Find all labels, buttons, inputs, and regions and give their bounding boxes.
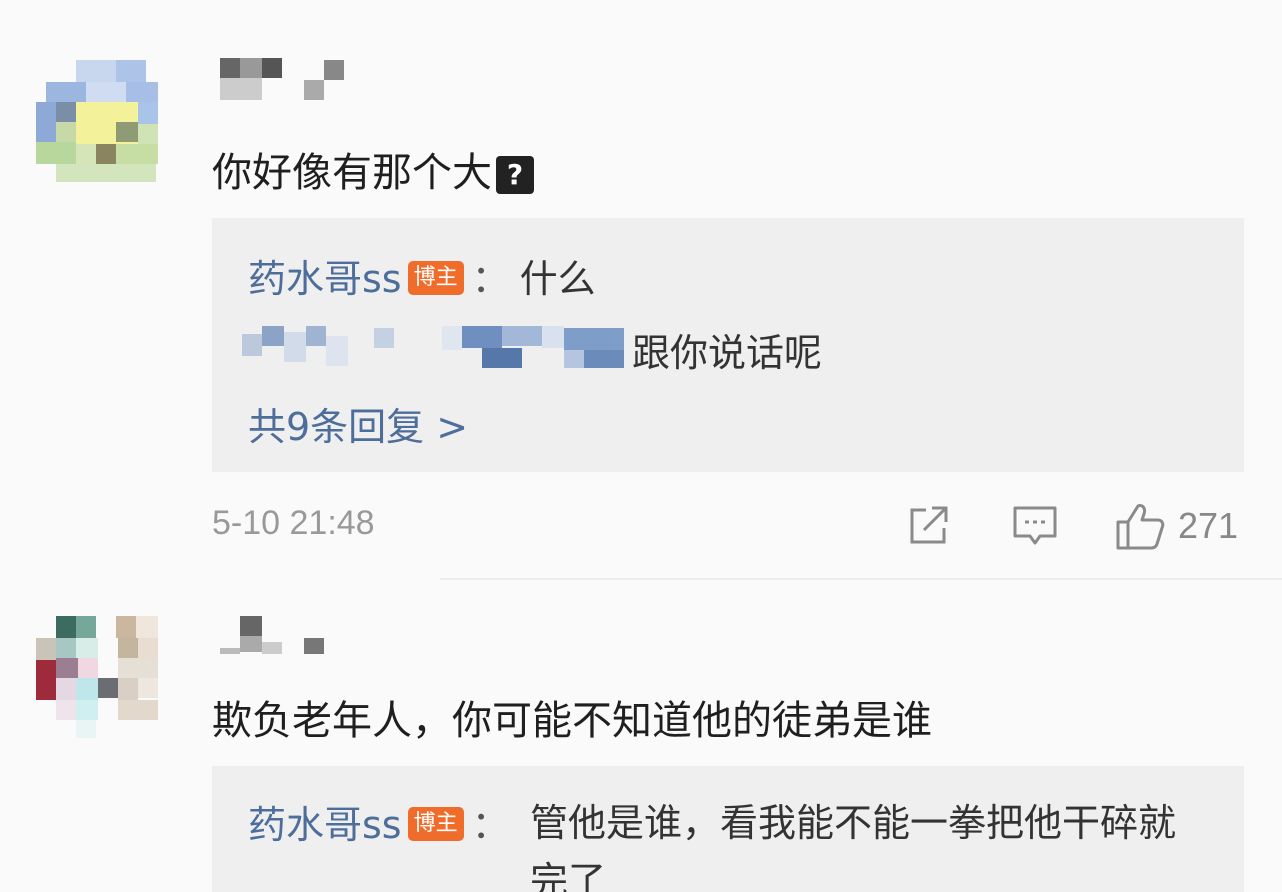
blurred-reply-author — [242, 326, 624, 368]
comment-text: 你好像有那个大? — [212, 140, 534, 198]
reply-colon: ： — [471, 803, 510, 847]
reply-line: 药水哥ss 博主： — [248, 794, 520, 849]
reply-author[interactable]: 药水哥ss — [248, 803, 402, 847]
reply-colon: ： — [471, 257, 510, 301]
author-badge: 博主 — [407, 261, 464, 295]
username-blurred[interactable] — [220, 58, 350, 102]
comment-item: 你好像有那个大? 药水哥ss 博主：什么 跟你说话呢 共9条回复 > 5-10 … — [0, 0, 1282, 580]
avatar[interactable] — [36, 60, 158, 182]
comment-body: 你好像有那个大 — [212, 150, 492, 196]
share-button[interactable] — [904, 496, 952, 556]
thumbs-up-icon — [1116, 504, 1165, 550]
reply-text: 跟你说话呢 — [632, 331, 823, 375]
question-mark-icon: ? — [496, 156, 534, 194]
reply-preview[interactable]: 药水哥ss 博主： 管他是谁，看我能不能一拳把他干碎就完了 — [212, 766, 1244, 892]
comment-text: 欺负老年人，你可能不知道他的徒弟是谁 — [212, 698, 932, 744]
like-count: 271 — [1178, 505, 1239, 546]
reply-text: 什么 — [519, 257, 596, 301]
view-all-replies-link[interactable]: 共9条回复 > — [248, 396, 468, 451]
reply-author[interactable]: 药水哥ss — [248, 257, 402, 301]
comment-icon — [1013, 506, 1057, 545]
share-icon — [910, 506, 948, 544]
comment-meta: 5-10 21:48 271 — [0, 496, 1282, 556]
reply-button[interactable] — [1010, 496, 1060, 556]
reply-line: 药水哥ss 博主：什么 — [248, 248, 596, 303]
username-blurred[interactable] — [220, 616, 330, 660]
reply-text: 管他是谁，看我能不能一拳把他干碎就完了 — [530, 801, 1177, 892]
avatar[interactable] — [36, 616, 158, 738]
comment-item: 欺负老年人，你可能不知道他的徒弟是谁 药水哥ss 博主： 管他是谁，看我能不能一拳… — [0, 600, 1282, 892]
author-badge: 博主 — [407, 807, 464, 841]
reply-preview[interactable]: 药水哥ss 博主：什么 跟你说话呢 共9条回复 > — [212, 218, 1244, 472]
timestamp: 5-10 21:48 — [212, 504, 375, 542]
like-button[interactable]: 271 — [1114, 496, 1238, 556]
comment-feed: 你好像有那个大? 药水哥ss 博主：什么 跟你说话呢 共9条回复 > 5-10 … — [0, 0, 1282, 892]
divider — [440, 578, 1282, 580]
